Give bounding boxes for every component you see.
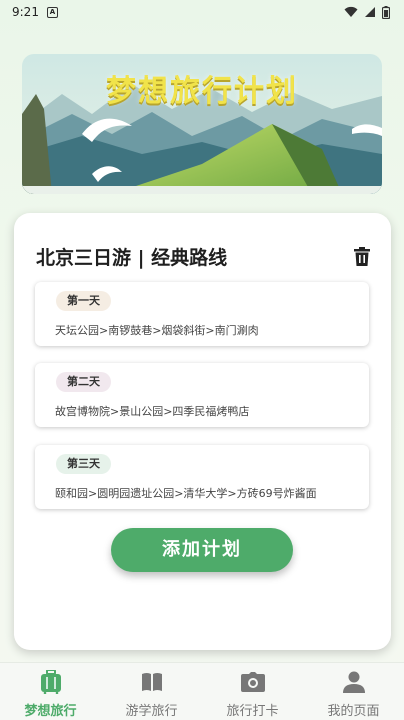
delete-button[interactable] [351,246,373,268]
tab-study-travel[interactable]: 游学旅行 [101,663,202,720]
tab-label: 我的页面 [327,704,380,719]
book-icon [140,670,164,694]
notification-icon: A [46,6,58,18]
tab-dream-travel[interactable]: 梦想旅行 [0,663,101,720]
suitcase-icon [39,670,63,694]
day-badge: 第一天 [56,291,111,311]
bottom-tab-bar: 梦想旅行 游学旅行 旅行打卡 我的页面 [0,662,404,720]
trash-icon [354,247,370,266]
plan-card: 北京三日游 | 经典路线 第一天 天坛公园>南锣鼓巷>烟袋斜街>南门涮肉 第二天… [14,213,391,650]
camera-icon [240,670,265,694]
day-route: 颐和园>圆明园遗址公园>清华大学>方砖69号炸酱面 [55,487,317,500]
tab-profile[interactable]: 我的页面 [303,663,404,720]
wifi-icon [344,6,358,17]
signal-icon [365,7,375,17]
status-time: 9:21 [12,5,39,19]
tab-label: 游学旅行 [125,704,178,719]
day-badge: 第三天 [56,454,111,474]
banner-title: 梦想旅行计划 [106,74,298,109]
day-card-2[interactable]: 第二天 故宫博物院>景山公园>四季民福烤鸭店 [35,363,369,427]
day-route: 故宫博物院>景山公园>四季民福烤鸭店 [55,405,250,418]
plan-title: 北京三日游 | 经典路线 [36,247,228,269]
day-badge: 第二天 [56,372,111,392]
tab-check-in[interactable]: 旅行打卡 [202,663,303,720]
day-card-3[interactable]: 第三天 颐和园>圆明园遗址公园>清华大学>方砖69号炸酱面 [35,445,369,509]
battery-icon [382,5,390,19]
day-route: 天坛公园>南锣鼓巷>烟袋斜街>南门涮肉 [55,324,259,337]
person-icon [342,670,366,694]
tab-label: 旅行打卡 [226,704,279,719]
day-card-1[interactable]: 第一天 天坛公园>南锣鼓巷>烟袋斜街>南门涮肉 [35,282,369,346]
add-plan-button[interactable]: 添加计划 [111,528,293,572]
status-bar: 9:21 A [0,0,404,24]
hero-banner: 梦想旅行计划 [22,54,382,194]
tab-label: 梦想旅行 [24,704,77,719]
plan-header: 北京三日游 | 经典路线 [36,243,373,270]
